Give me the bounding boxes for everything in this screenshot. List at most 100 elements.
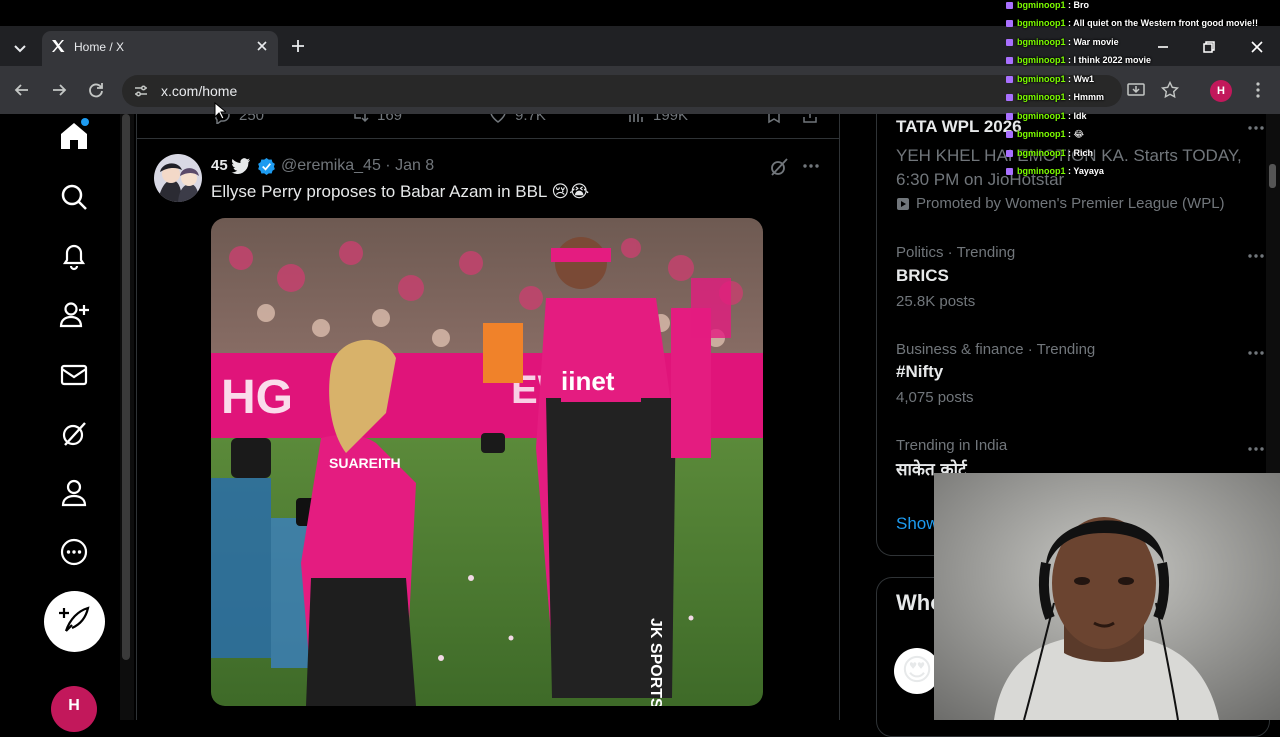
like-count: 9.7K [515, 114, 546, 124]
trend-context: Politics · Trending [896, 244, 1016, 261]
grok-explain-button[interactable] [768, 156, 790, 178]
promoted-by: Promoted by Women's Premier League (WPL) [896, 195, 1225, 212]
promoted-icon [897, 197, 909, 210]
window-close-button[interactable] [1246, 36, 1268, 58]
left-scroll-thumb[interactable] [122, 114, 130, 660]
webcam-overlay [934, 473, 1280, 720]
cricket-proposal-photo: HG EW iinet JK SPORTS BL SUAREITH [211, 218, 763, 706]
repost-icon [354, 114, 369, 123]
previous-tweet-actions: 250 169 9.7K 199K [137, 114, 839, 138]
tweet-more-button[interactable] [801, 156, 821, 176]
more-horizontal-icon[interactable] [1246, 246, 1266, 266]
reload-icon [89, 83, 103, 98]
repost-count: 169 [377, 114, 403, 124]
account-avatar[interactable]: H [51, 686, 97, 732]
plus-icon [292, 40, 304, 52]
address-bar[interactable] [122, 75, 1122, 107]
arrow-left-icon [14, 84, 28, 96]
tweet-author-name[interactable]: 45 [211, 157, 228, 174]
trend-title[interactable]: #Nifty [896, 362, 943, 382]
nav-explore[interactable] [56, 179, 92, 215]
chat-message: bgminoop1 : I think 2022 movie [1006, 55, 1151, 65]
notification-dot [81, 118, 89, 126]
like-action[interactable]: 9.7K [489, 114, 546, 124]
site-settings-icon[interactable] [132, 82, 150, 100]
timeline-border [136, 114, 137, 720]
install-app-button[interactable] [1126, 80, 1146, 100]
browser-menu-button[interactable] [1248, 80, 1268, 100]
tab-search-button[interactable] [8, 36, 32, 60]
timeline-border [839, 114, 840, 720]
arrow-right-icon [53, 84, 67, 96]
chat-message: bgminoop1 : Bro [1006, 0, 1089, 10]
x-logo-icon [50, 38, 66, 54]
views-action[interactable]: 199K [627, 114, 688, 124]
install-icon [1127, 83, 1145, 96]
minimize-icon [1158, 46, 1168, 48]
compose-post-button[interactable] [44, 591, 105, 652]
feather-plus-icon [59, 606, 90, 632]
window-minimize-button[interactable] [1152, 36, 1174, 58]
more-horizontal-icon[interactable] [1246, 343, 1266, 363]
mail-icon [60, 364, 88, 386]
tweet-author-avatar[interactable] [154, 154, 202, 202]
star-icon [1160, 80, 1180, 99]
share-action[interactable] [801, 114, 819, 124]
anime-avatar-image [154, 154, 202, 202]
profile-avatar[interactable]: H [1210, 80, 1232, 102]
nav-notifications[interactable] [56, 238, 92, 274]
url-text[interactable]: x.com/home [161, 83, 237, 99]
chat-badge-icon [1006, 94, 1013, 102]
views-icon [629, 114, 643, 122]
mouse-cursor-icon [214, 102, 226, 120]
tweet-handle-date[interactable]: @eremika_45 · Jan 8 [281, 157, 434, 175]
trend-context: Business & finance · Trending [896, 341, 1096, 358]
bell-icon [62, 244, 86, 271]
nav-follow[interactable] [56, 297, 92, 333]
chat-badge-icon [1006, 20, 1013, 28]
promo-title[interactable]: TATA WPL 2026 [896, 117, 1022, 137]
close-icon [1251, 41, 1263, 53]
more-horizontal-icon[interactable] [1246, 439, 1266, 459]
search-icon [61, 184, 87, 210]
bird-icon [231, 158, 251, 174]
share-icon [803, 114, 817, 123]
nav-grok[interactable] [56, 416, 92, 452]
repost-action[interactable]: 169 [351, 114, 402, 124]
right-scroll-thumb[interactable] [1269, 164, 1276, 188]
trend-posts: 25.8K posts [896, 293, 976, 310]
reload-button[interactable] [86, 80, 106, 100]
chat-message: bgminoop1 : Hmmm [1006, 92, 1104, 102]
nav-more[interactable] [56, 534, 92, 570]
views-count: 199K [653, 114, 689, 124]
chat-badge-icon [1006, 39, 1013, 47]
window-restore-button[interactable] [1198, 36, 1220, 58]
nav-profile[interactable] [56, 475, 92, 511]
more-horizontal-icon[interactable] [1246, 118, 1266, 138]
tab-close-button[interactable] [254, 38, 270, 54]
new-tab-button[interactable] [288, 36, 308, 56]
nav-messages[interactable] [56, 357, 92, 393]
bookmark-action[interactable] [765, 114, 783, 124]
tweet-media-image[interactable]: HG EW iinet JK SPORTS BL SUAREITH [211, 218, 763, 706]
reply-count: 250 [239, 114, 265, 124]
chat-message: bgminoop1 : All quiet on the Western fro… [1006, 18, 1258, 28]
heart-icon [490, 114, 506, 123]
grok-icon [771, 158, 788, 176]
tab-title: Home / X [74, 40, 125, 54]
back-button[interactable] [12, 80, 32, 100]
bookmark-icon [768, 114, 780, 124]
close-icon [257, 41, 267, 51]
tweet-text: Ellyse Perry proposes to Babar Azam in B… [211, 182, 590, 201]
forward-button[interactable] [49, 80, 69, 100]
trend-title[interactable]: BRICS [896, 266, 949, 286]
add-person-icon [59, 302, 89, 328]
chat-message: bgminoop1 : Yayaya [1006, 166, 1104, 176]
bookmark-button[interactable] [1160, 80, 1180, 100]
promoted-by-text: Promoted by Women's Premier League (WPL) [916, 195, 1225, 212]
chat-message: bgminoop1 : Rich [1006, 148, 1093, 158]
kebab-menu-icon [1256, 82, 1260, 98]
more-horizontal-icon [803, 164, 819, 168]
chat-badge-icon [1006, 2, 1013, 10]
person-icon [61, 479, 87, 507]
